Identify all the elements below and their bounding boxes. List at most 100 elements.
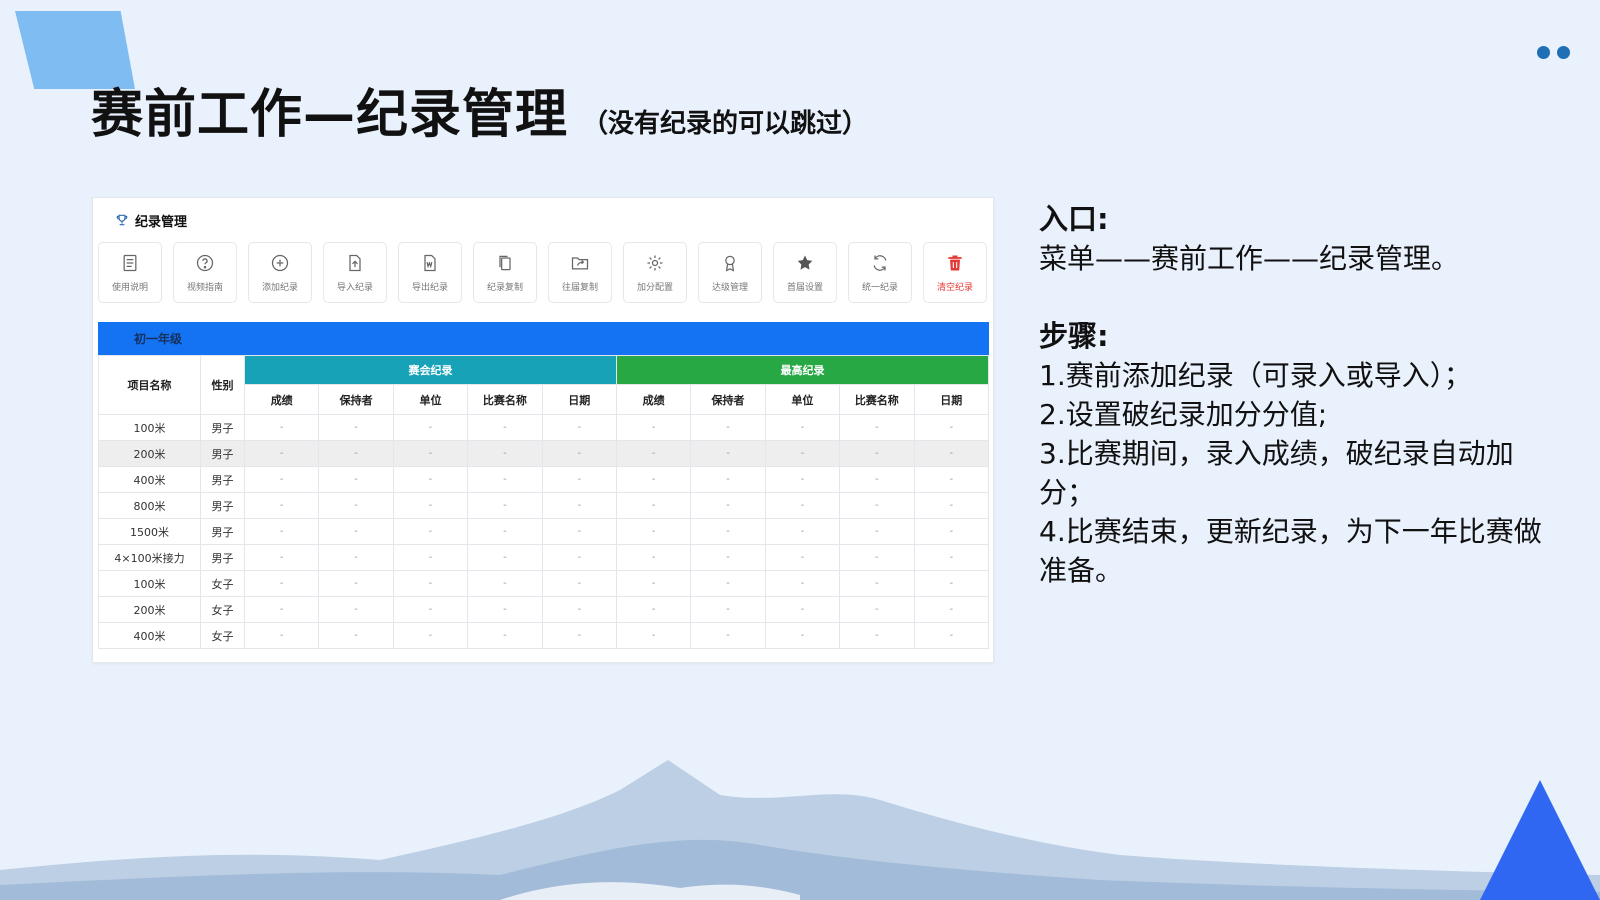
panel-header: 纪录管理 [93,198,993,242]
gender-cell: 男子 [200,492,245,519]
record-cell: - [243,466,320,493]
record-cell: - [764,544,841,571]
record-cell: - [541,544,617,571]
table-row[interactable]: 100米 男子 - - - - - - - - - - [98,414,990,441]
gender-cell: 女子 [200,596,245,623]
clear-records-button[interactable]: 清空纪录 [923,242,987,303]
import-record-button[interactable]: 导入纪录 [323,242,387,303]
tool-label: 使用说明 [111,282,148,293]
record-cell: - [839,492,915,519]
folder-share-icon [571,256,589,269]
table-row[interactable]: 400米 男子 - - - - - - - - - - [98,466,990,493]
record-cell: - [615,544,692,571]
table-row[interactable]: 4×100米接力 男子 - - - - - - - - - - [98,544,990,571]
decorative-dots [1537,46,1570,59]
video-guide-button[interactable]: 视频指南 [173,242,237,303]
table-row[interactable]: 400米 女子 - - - - - - - - - - [98,622,990,649]
table-row[interactable]: 800米 男子 - - - - - - - - - - [98,492,990,519]
grade-header-bar[interactable]: 初一年级 [98,322,989,355]
record-cell: - [392,544,469,571]
record-cell: - [913,414,990,441]
record-cell: - [839,544,915,571]
usage-guide-button[interactable]: 使用说明 [98,242,162,303]
tool-label: 导出纪录 [411,282,448,293]
plus-circle-icon [271,254,289,271]
subcol-header: 成绩 [243,384,320,415]
table-row[interactable]: 200米 女子 - - - - - - - - - - [98,596,990,623]
tool-label: 往届复制 [561,282,598,293]
word-file-icon [424,254,436,271]
step-4: 4.比赛结束，更新纪录，为下一年比赛做准备。 [1039,515,1542,587]
table-row[interactable]: 100米 女子 - - - - - - - - - - [98,570,990,597]
copy-previous-button[interactable]: 往届复制 [548,242,612,303]
record-cell: - [690,466,766,493]
record-cell: - [467,518,543,545]
first-session-button[interactable]: 首届设置 [773,242,837,303]
record-cell: - [392,622,469,649]
event-cell: 800米 [98,492,201,519]
record-cell: - [615,414,692,441]
meet-record-group-header: 赛会纪录 [244,355,617,385]
tool-label: 首届设置 [786,282,823,293]
gender-cell: 男子 [200,518,245,545]
record-cell: - [615,570,692,597]
record-cell: - [541,518,617,545]
record-cell: - [839,414,915,441]
record-cell: - [392,440,469,467]
record-cell: - [764,596,841,623]
record-cell: - [764,492,841,519]
record-cell: - [243,622,320,649]
record-cell: - [541,570,617,597]
record-cell: - [318,466,394,493]
record-cell: - [615,622,692,649]
event-cell: 200米 [98,596,201,623]
tool-label: 纪录复制 [486,282,523,293]
record-cell: - [318,544,394,571]
record-cell: - [541,596,617,623]
record-cell: - [615,518,692,545]
step-2: 2.设置破纪录加分分值; [1039,398,1328,431]
subcol-header: 比赛名称 [839,384,915,415]
record-cell: - [764,518,841,545]
trash-icon [948,255,962,270]
record-cell: - [318,440,394,467]
record-cell: - [615,440,692,467]
star-icon [797,255,813,270]
record-cell: - [690,596,766,623]
add-record-button[interactable]: 添加纪录 [248,242,312,303]
copy-record-button[interactable]: 纪录复制 [473,242,537,303]
record-cell: - [467,414,543,441]
record-cell: - [839,596,915,623]
record-cell: - [913,596,990,623]
gear-icon [647,255,663,270]
record-cell: - [243,414,320,441]
record-cell: - [243,440,320,467]
record-cell: - [839,466,915,493]
records-screenshot-panel: 纪录管理 使用说明 视频指南 添加纪录 导入纪录 导出纪录 纪录复制 往届复制 … [92,197,994,663]
bonus-config-button[interactable]: 加分配置 [623,242,687,303]
grade-label: 初一年级 [134,332,183,346]
record-cell: - [318,596,394,623]
mountain-landscape-image [0,760,1600,900]
grade-standard-button[interactable]: 达级管理 [698,242,762,303]
record-cell: - [392,414,469,441]
subcol-header: 成绩 [615,384,692,415]
subcol-header: 日期 [913,384,990,415]
slide-title-group: 赛前工作—纪录管理 （没有纪录的可以跳过） [91,72,868,147]
record-cell: - [467,622,543,649]
table-row[interactable]: 1500米 男子 - - - - - - - - - - [98,518,990,545]
subcol-header: 保持者 [690,384,766,415]
record-cell: - [541,492,617,519]
event-cell: 200米 [98,440,201,467]
tool-label: 加分配置 [636,282,673,293]
record-cell: - [913,466,990,493]
record-cell: - [839,570,915,597]
table-row[interactable]: 200米 男子 - - - - - - - - - - [98,440,990,467]
unify-record-button[interactable]: 统一纪录 [848,242,912,303]
record-cell: - [913,492,990,519]
tool-label: 统一纪录 [861,282,898,293]
document-list-icon [123,254,137,271]
record-cell: - [541,466,617,493]
export-record-button[interactable]: 导出纪录 [398,242,462,303]
record-cell: - [764,466,841,493]
